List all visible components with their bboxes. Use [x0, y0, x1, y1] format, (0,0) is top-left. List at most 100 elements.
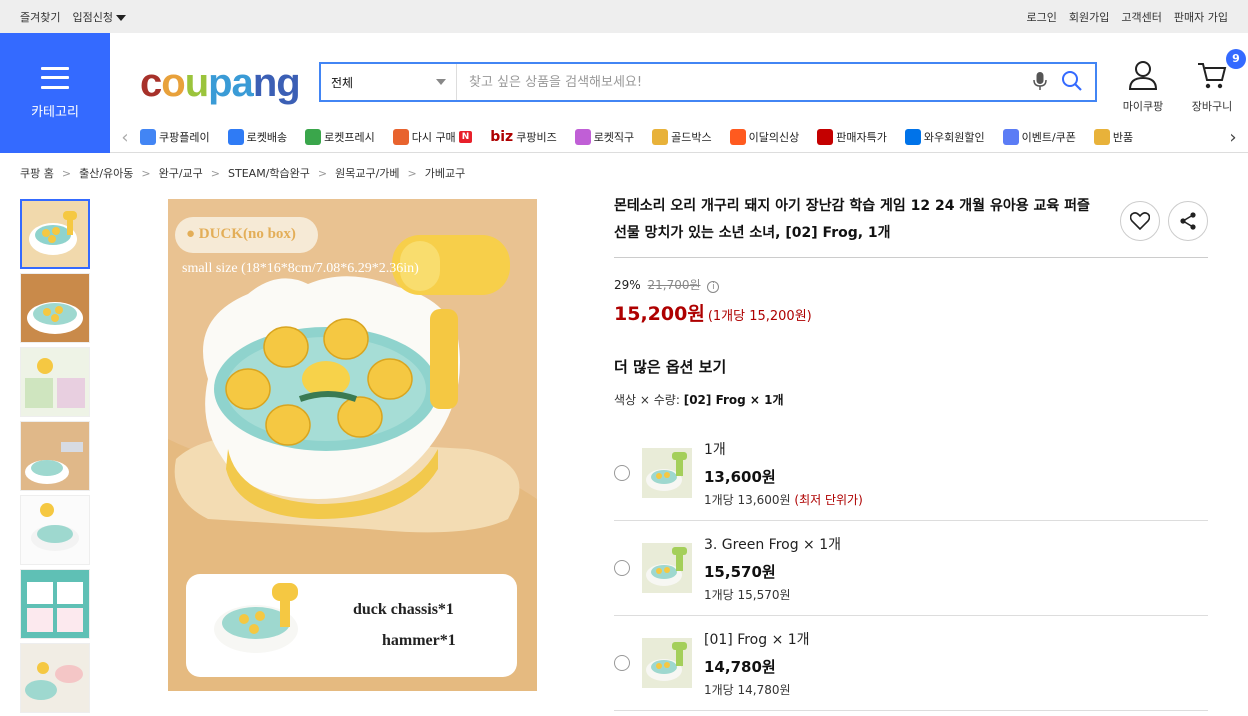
nav-item[interactable]: 로켓프레시	[305, 129, 375, 145]
nav-item-label: 다시 구매	[411, 131, 456, 144]
mypage-button[interactable]: 마이쿠팡	[1120, 59, 1166, 114]
option-unit-price: 1개당 13,600원	[704, 492, 791, 507]
color-qty-label: 색상 × 수량:	[614, 393, 680, 407]
nav-item[interactable]: biz 쿠팡비즈	[490, 129, 556, 145]
breadcrumb-link[interactable]: 원목교구/가베	[335, 165, 399, 181]
thumbnail-2[interactable]	[20, 273, 90, 343]
option-price: 15,570원	[704, 562, 776, 581]
search-category-select[interactable]: 전체	[321, 64, 457, 100]
search-input[interactable]	[457, 64, 1033, 100]
discount-line: 29% 21,700원 i	[614, 276, 1208, 293]
wishlist-button[interactable]	[1120, 201, 1160, 241]
thumbnail-list	[20, 199, 90, 716]
nav-item[interactable]: 쿠팡플레이	[140, 129, 210, 145]
microphone-icon[interactable]	[1033, 71, 1047, 94]
option-price: 14,780원	[704, 657, 776, 676]
search-icon[interactable]	[1061, 70, 1083, 95]
breadcrumb-link[interactable]: 쿠팡 홈	[20, 165, 54, 181]
main-product-image[interactable]: ● DUCK(no box) small size (18*16*8cm/7.0…	[168, 199, 537, 691]
search-category-value: 전체	[331, 75, 354, 90]
option-list: 1개 13,600원 1개당 13,600원 (최저 단위가) 3. Green Fr…	[614, 426, 1208, 711]
nav-item-icon	[1093, 129, 1110, 145]
option-unit-price: 1개당 14,780원	[704, 682, 791, 697]
chevron-right-icon: >	[61, 166, 72, 180]
cart-button[interactable]: 9 장바구니	[1186, 49, 1246, 114]
option-radio[interactable]	[614, 560, 630, 576]
image-chassis-text: duck chassis*1	[353, 601, 454, 618]
coupang-logo[interactable]: coupang	[140, 61, 301, 106]
favorites-link[interactable]: 즐겨찾기	[20, 9, 60, 25]
nav-item[interactable]: 다시 구매 N	[392, 129, 473, 145]
nav-item-icon	[305, 129, 322, 145]
nav-item-label: 와우회원할인	[923, 131, 985, 144]
thumbnail-6[interactable]	[20, 569, 90, 639]
nav-prev-arrow-icon[interactable]: ‹	[110, 127, 140, 148]
header: 카테고리 coupang 전체 마이쿠팡 9	[0, 33, 1248, 153]
chevron-down-icon	[436, 79, 446, 85]
breadcrumb-link[interactable]: STEAM/학습완구	[228, 165, 310, 181]
user-icon	[1128, 61, 1158, 90]
nav-item[interactable]: 이벤트/쿠폰	[1002, 129, 1076, 145]
info-icon[interactable]: i	[707, 281, 720, 293]
option-unit-price: 1개당 15,570원	[704, 587, 791, 602]
login-link[interactable]: 로그인	[1027, 9, 1057, 25]
nav-item-icon	[652, 129, 669, 145]
nav-item-label: 판매자특가	[836, 131, 887, 144]
nav-item[interactable]: 골드박스	[652, 129, 712, 145]
seller-apply-menu[interactable]: 입점신청	[72, 9, 126, 25]
lowest-unit-tag: (최저 단위가)	[794, 492, 863, 507]
nav-item-icon	[729, 129, 746, 145]
option-row[interactable]: 3. Green Frog × 1개 15,570원 1개당 15,570원	[614, 521, 1208, 616]
thumbnail-1[interactable]	[20, 199, 90, 269]
breadcrumb-link[interactable]: 가베교구	[425, 165, 465, 181]
nav-item[interactable]: 이달의신상	[729, 129, 800, 145]
option-unit-price-line: 1개당 14,780원	[704, 681, 810, 698]
nav-item-label: 쿠팡플레이	[159, 131, 210, 144]
thumbnail-3[interactable]	[20, 347, 90, 417]
signup-link[interactable]: 회원가입	[1069, 9, 1109, 25]
breadcrumb-link[interactable]: 출산/유아동	[79, 165, 133, 181]
breadcrumb-link[interactable]: 완구/교구	[159, 165, 203, 181]
biz-logo-text: biz	[490, 129, 514, 145]
thumbnail-7[interactable]	[20, 643, 90, 713]
option-row[interactable]: 1개 13,600원 1개당 13,600원 (최저 단위가)	[614, 426, 1208, 521]
nav-item-label: 이달의신상	[748, 131, 800, 144]
option-name: 1개	[704, 441, 726, 458]
thumbnail-4[interactable]	[20, 421, 90, 491]
customer-center-link[interactable]: 고객센터	[1121, 9, 1161, 25]
nav-item-icon	[140, 129, 156, 145]
option-radio[interactable]	[614, 655, 630, 671]
option-name: [01] Frog × 1개	[704, 631, 810, 648]
nav-item[interactable]: 로켓직구	[574, 129, 634, 145]
nav-item-icon	[817, 129, 834, 145]
nav-item-label: 골드박스	[671, 131, 712, 144]
image-size-text: small size (18*16*8cm/7.08*6.29*2.36in)	[182, 261, 419, 276]
product-info: 몬테소리 오리 개구리 돼지 아기 장난감 학습 게임 12 24 개월 유아용…	[614, 193, 1208, 711]
nav-next-arrow-icon[interactable]: ›	[1218, 127, 1248, 148]
chevron-right-icon: >	[210, 166, 221, 180]
nav-item[interactable]: 판매자특가	[817, 129, 887, 145]
mypage-label: 마이쿠팡	[1122, 100, 1164, 113]
option-radio[interactable]	[614, 465, 630, 481]
option-row[interactable]: [01] Frog × 1개 14,780원 1개당 14,780원	[614, 616, 1208, 711]
nav-item[interactable]: 로켓배송	[227, 129, 288, 145]
nav-item-label: 로켓프레시	[324, 131, 375, 144]
option-unit-price-line: 1개당 15,570원	[704, 586, 841, 603]
discount-rate: 29%	[614, 278, 641, 292]
product-title: 몬테소리 오리 개구리 돼지 아기 장난감 학습 게임 12 24 개월 유아용…	[614, 198, 1090, 241]
sale-price-line: 15,200원 (1개당 15,200원)	[614, 299, 1208, 326]
nav-item-label: 로켓배송	[246, 131, 288, 144]
nav-item[interactable]: 와우회원할인	[904, 129, 985, 145]
search-bar: 전체	[319, 62, 1097, 102]
category-label: 카테고리	[31, 104, 79, 120]
nav-item-label: 이벤트/쿠폰	[1021, 131, 1076, 144]
nav-item-label: 쿠팡비즈	[516, 131, 557, 144]
seller-signup-link[interactable]: 판매자 가입	[1174, 9, 1228, 25]
cart-count-badge: 9	[1226, 49, 1246, 69]
sale-price: 15,200원	[614, 303, 705, 325]
category-button[interactable]: 카테고리	[0, 33, 110, 153]
nav-item[interactable]: 반품	[1093, 129, 1133, 145]
share-button[interactable]	[1168, 201, 1208, 241]
option-price: 13,600원	[704, 467, 776, 486]
thumbnail-5[interactable]	[20, 495, 90, 565]
